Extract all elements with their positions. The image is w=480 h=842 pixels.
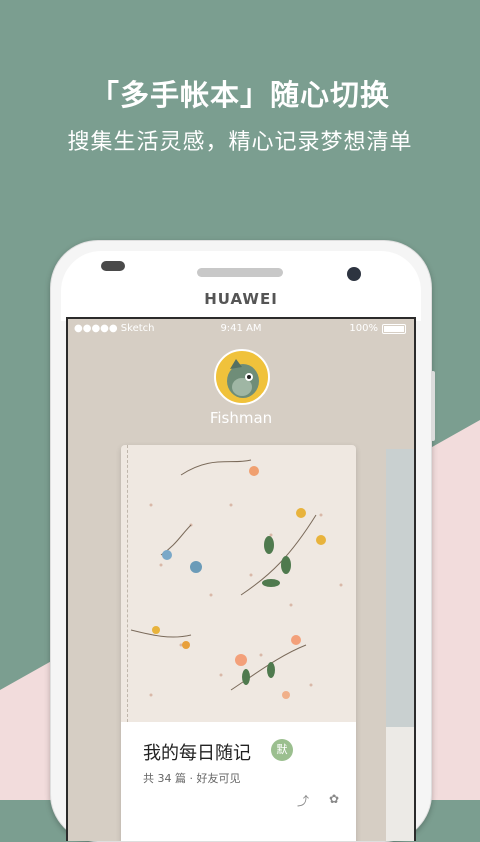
default-badge: 默 <box>271 739 293 761</box>
speaker-grille <box>197 268 283 277</box>
fish-avatar-icon <box>227 359 259 398</box>
floral-cover-pattern <box>130 459 343 699</box>
avatar[interactable] <box>214 349 270 405</box>
share-icon[interactable]: ⤴ <box>297 792 309 809</box>
headline: 「多手帐本」随心切换 <box>89 78 390 112</box>
notebook-actions: ⤴ ✿ <box>297 792 339 809</box>
phone-brand: HUAWEI <box>204 290 278 308</box>
battery-icon <box>382 323 406 334</box>
subheadline: 搜集生活灵感，精心记录梦想清单 <box>67 130 413 155</box>
notebook-card[interactable]: 我的每日随记 默 共 34 篇 · 好友可见 ⤴ ✿ <box>121 445 356 841</box>
notebook-info-panel: 我的每日随记 默 共 34 篇 · 好友可见 ⤴ ✿ <box>121 722 356 841</box>
user-name[interactable]: Fishman <box>68 409 414 427</box>
next-notebook-card-info <box>386 727 414 841</box>
phone-frame: HUAWEI ●●●●● Sketch 9:41 AM 100% Fishman <box>50 240 435 842</box>
settings-icon[interactable]: ✿ <box>329 792 339 809</box>
battery-indicator: 100% <box>349 323 406 334</box>
notebook-meta: 共 34 篇 · 好友可见 <box>143 772 241 785</box>
cover-stitch <box>127 445 129 722</box>
front-camera-icon <box>347 267 361 281</box>
battery-label: 100% <box>349 323 378 334</box>
phone-screen: ●●●●● Sketch 9:41 AM 100% Fishman 我的每日随记… <box>66 317 416 841</box>
notebook-title: 我的每日随记 <box>143 743 251 764</box>
status-bar: ●●●●● Sketch 9:41 AM 100% <box>68 319 414 339</box>
side-button <box>431 371 435 441</box>
sensor-icon <box>101 261 125 271</box>
